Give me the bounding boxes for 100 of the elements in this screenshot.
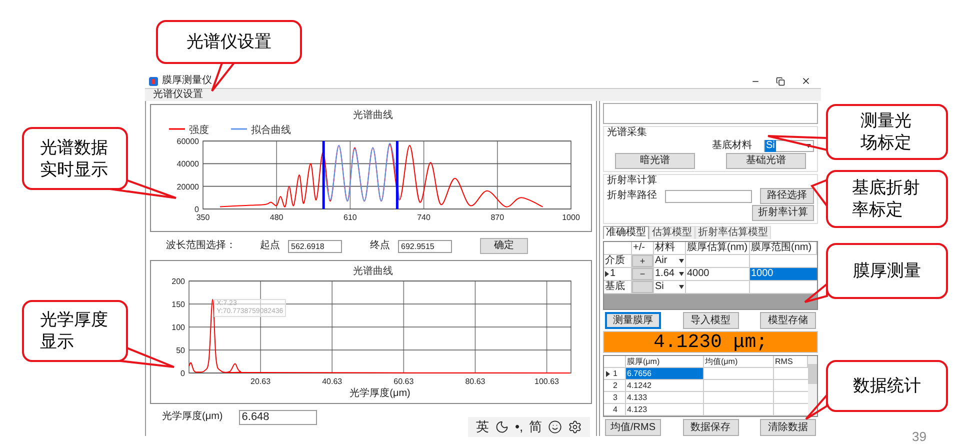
button[interactable]: 基础光谱 <box>726 153 806 170</box>
tick-label: 350 <box>196 213 210 222</box>
table-cell <box>704 392 774 404</box>
dropdown-icon[interactable] <box>679 259 684 264</box>
button[interactable]: 清除数据 <box>760 419 816 436</box>
tab[interactable]: 折射率估算模型 <box>695 226 771 240</box>
start-label: 起点 <box>260 240 280 252</box>
tick-label: 870 <box>490 213 504 222</box>
tick-label: 80.63 <box>465 377 486 386</box>
substrate-select[interactable]: Si <box>764 140 814 152</box>
dropdown-icon[interactable] <box>679 272 684 276</box>
tick-label: 0 <box>194 205 199 214</box>
tick-label: 100.63 <box>534 377 560 386</box>
start-field[interactable]: 562.6918 <box>288 240 342 252</box>
axis-title: 光学厚度(μm) <box>350 388 410 399</box>
button[interactable]: 确定 <box>480 238 528 254</box>
tick-label: 40000 <box>176 160 199 169</box>
scrollbar[interactable] <box>808 356 817 416</box>
row-header: 介质 <box>605 255 625 268</box>
tick-label: 610 <box>344 213 357 222</box>
legend-label: 强度 <box>189 125 209 136</box>
table-cell <box>704 368 774 380</box>
tab[interactable]: 估算模型 <box>649 226 695 240</box>
table-cell: 4.133 <box>626 392 704 404</box>
close-icon[interactable] <box>801 76 811 86</box>
callout-text: 基底折射率标定 <box>852 177 922 221</box>
settings-icon[interactable] <box>568 420 582 434</box>
column-header: 均值(μm) <box>704 356 774 368</box>
row-button[interactable]: − <box>632 268 653 280</box>
end-label: 终点 <box>370 240 390 252</box>
button[interactable]: 均值/RMS <box>605 419 661 436</box>
group-title: 折射率计算 <box>607 175 658 188</box>
row-header: 3 <box>613 392 618 403</box>
tick-label: 480 <box>270 213 284 222</box>
button[interactable]: 测量膜厚 <box>605 312 661 329</box>
marker-line <box>322 141 325 209</box>
button[interactable]: 折射率计算 <box>752 205 814 222</box>
row-pointer-icon <box>606 370 610 376</box>
smiley-icon[interactable] <box>548 420 562 434</box>
callout-text: 数据统计 <box>853 375 921 397</box>
button[interactable]: 暗光谱 <box>615 153 695 170</box>
row-header: 1 <box>613 368 618 379</box>
callout-text: 光谱数据实时显示 <box>40 136 110 180</box>
table-cell: 6.7656 <box>626 368 704 380</box>
tick-label: 40.63 <box>322 377 342 386</box>
button[interactable]: 导入模型 <box>682 312 738 329</box>
chart-title: 光谱曲线 <box>353 110 393 121</box>
ime-button[interactable]: •, <box>515 420 524 434</box>
tick-label: 50 <box>176 346 185 355</box>
table-cell: 4.123 <box>626 404 704 416</box>
tick-label: 60000 <box>176 137 199 146</box>
button[interactable]: 路径选择 <box>760 188 814 204</box>
chart-title: 光谱曲线 <box>353 266 393 277</box>
tick-label: 0 <box>180 369 185 378</box>
marker-line <box>396 141 398 209</box>
table-cell: 1000 <box>750 268 817 282</box>
dropdown-icon[interactable] <box>806 144 811 148</box>
button[interactable]: 数据保存 <box>682 419 738 436</box>
path-label: 折射率路径 <box>607 190 657 202</box>
row-header: 2 <box>613 380 618 391</box>
select-value: Si <box>765 140 776 152</box>
tick-label: 1000 <box>562 213 580 222</box>
thickness-label: 光学厚度(μm) <box>162 411 223 423</box>
result-display: 4.1230 μm; <box>603 331 818 353</box>
table-cell <box>686 281 750 294</box>
tick-label: 20000 <box>176 182 199 192</box>
range-label: 波长范围选择： <box>166 240 236 252</box>
page-number: 39 <box>912 428 926 446</box>
callout-text: 测量光场标定 <box>860 110 913 154</box>
moon-icon[interactable] <box>495 420 509 434</box>
button[interactable]: 模型存储 <box>760 312 816 329</box>
dropdown-icon[interactable] <box>679 285 684 290</box>
restore-icon[interactable] <box>776 76 785 86</box>
tick-label: 200 <box>172 277 185 286</box>
row-header: 基底 <box>605 281 625 294</box>
substrate-label: 基底材料 <box>712 140 752 152</box>
table-cell: 4.1242 <box>626 380 704 392</box>
callout-text: 光谱仪设置 <box>186 31 272 53</box>
legend-label: 拟合曲线 <box>251 125 291 136</box>
menu-item[interactable]: 光谱仪设置 <box>149 89 207 101</box>
thickness-field[interactable]: 6.648 <box>238 410 317 424</box>
callout-text: 膜厚测量 <box>853 260 921 282</box>
window-title: 膜厚测量仪 <box>162 75 212 87</box>
tick-label: 60.63 <box>394 377 414 386</box>
row-pointer-icon <box>605 271 609 278</box>
callout-text: 光学厚度显示 <box>40 309 110 353</box>
tick-label: 100 <box>172 323 185 332</box>
tab[interactable]: 准确模型 <box>603 226 649 240</box>
tick-label: 740 <box>417 213 430 222</box>
table-cell <box>704 380 774 392</box>
end-field[interactable]: 692.9515 <box>398 240 452 252</box>
material-select[interactable]: Si <box>654 281 686 294</box>
table-cell <box>704 404 774 416</box>
path-field[interactable] <box>665 190 752 203</box>
ime-button[interactable]: 简 <box>529 420 542 434</box>
ime-button[interactable]: 英 <box>476 420 489 434</box>
group-title: 光谱采集 <box>607 127 648 140</box>
row-header: 1 <box>610 268 616 280</box>
tick-label: 150 <box>172 300 185 309</box>
row-button[interactable]: + <box>632 255 653 268</box>
